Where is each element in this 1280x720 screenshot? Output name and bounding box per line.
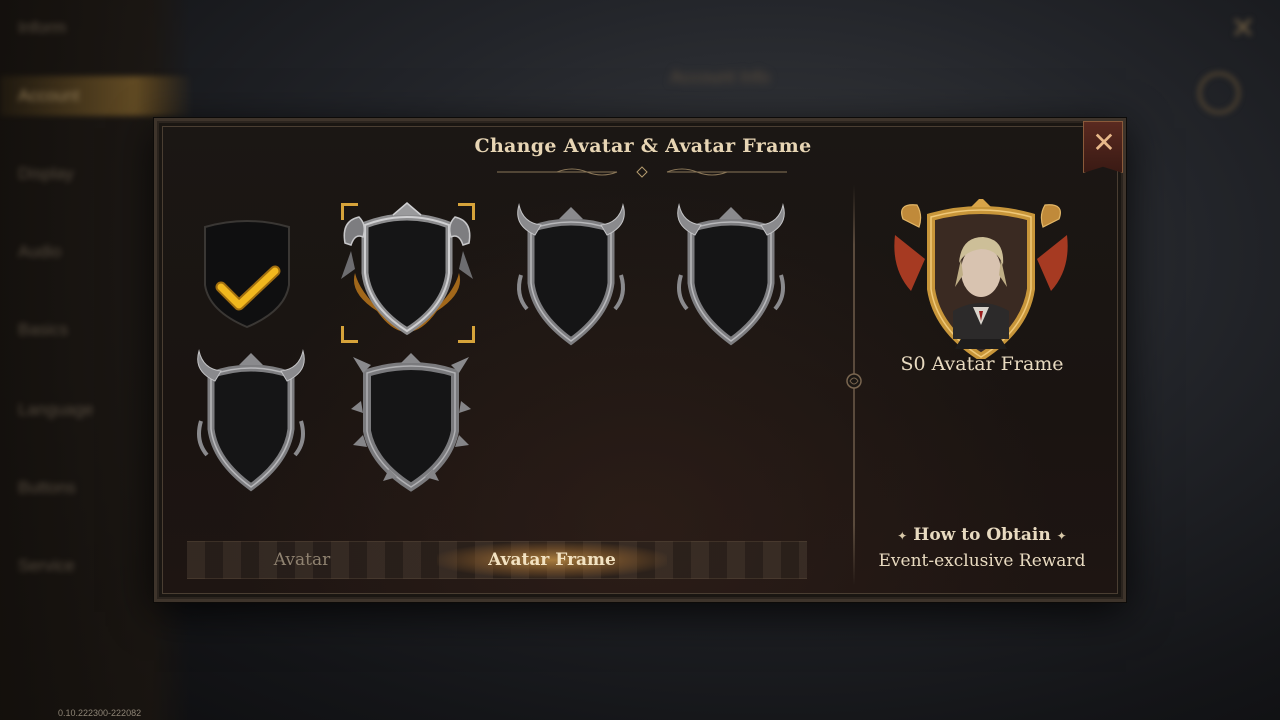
version-label: 0.10.222300-222082	[58, 708, 142, 718]
selection-corner	[458, 203, 475, 220]
tab-avatar[interactable]: Avatar	[227, 542, 377, 578]
frame-option-horned-3[interactable]	[193, 349, 309, 492]
bg-menu-item: Inform	[18, 18, 67, 37]
how-to-obtain-title: ✦ How to Obtain ✦	[857, 525, 1107, 545]
how-to-obtain-label: How to Obtain	[913, 525, 1051, 545]
frame-option-horned-2[interactable]	[673, 203, 789, 346]
bg-header-title: Account Info	[669, 67, 771, 87]
how-to-obtain-value: Event-exclusive Reward	[878, 551, 1086, 571]
frame-option-default[interactable]	[195, 215, 299, 331]
s0-avatar-frame-preview-icon	[894, 197, 1068, 362]
frame-option-thorn[interactable]	[349, 351, 473, 492]
selection-corner	[341, 326, 358, 343]
tab-avatar-frame[interactable]: Avatar Frame	[437, 542, 667, 578]
horned-shield-frame-icon	[677, 203, 785, 346]
dialog-title: Change Avatar & Avatar Frame	[474, 135, 812, 157]
horned-shield-frame-icon	[197, 349, 305, 492]
bg-close-icon: ✕	[1230, 11, 1256, 46]
selection-corner	[341, 203, 358, 220]
plain-shield-icon	[204, 220, 290, 329]
frame-name: S0 Avatar Frame	[900, 353, 1064, 375]
horned-shield-frame-icon	[517, 203, 625, 346]
thorn-shield-frame-icon	[351, 353, 471, 492]
avatar-frame-dialog: Change Avatar & Avatar Frame ✕ Avatar Av…	[154, 118, 1126, 602]
frame-preview	[891, 197, 1071, 362]
sparkle-icon: ✦	[1056, 529, 1067, 543]
selection-corner	[458, 326, 475, 343]
dragon-shield-frame-icon	[341, 202, 473, 336]
close-x-icon: ✕	[1092, 126, 1116, 159]
frame-option-s0-selected[interactable]	[337, 202, 477, 343]
close-button[interactable]: ✕	[1083, 121, 1123, 173]
bg-currency-icon	[1198, 72, 1240, 114]
title-ornament	[497, 166, 787, 178]
sparkle-icon: ✦	[897, 529, 908, 543]
bg-menu-item-active: Account	[0, 76, 193, 116]
frame-option-horned-1[interactable]	[513, 203, 629, 346]
tab-bar: Avatar Avatar Frame	[187, 541, 807, 579]
